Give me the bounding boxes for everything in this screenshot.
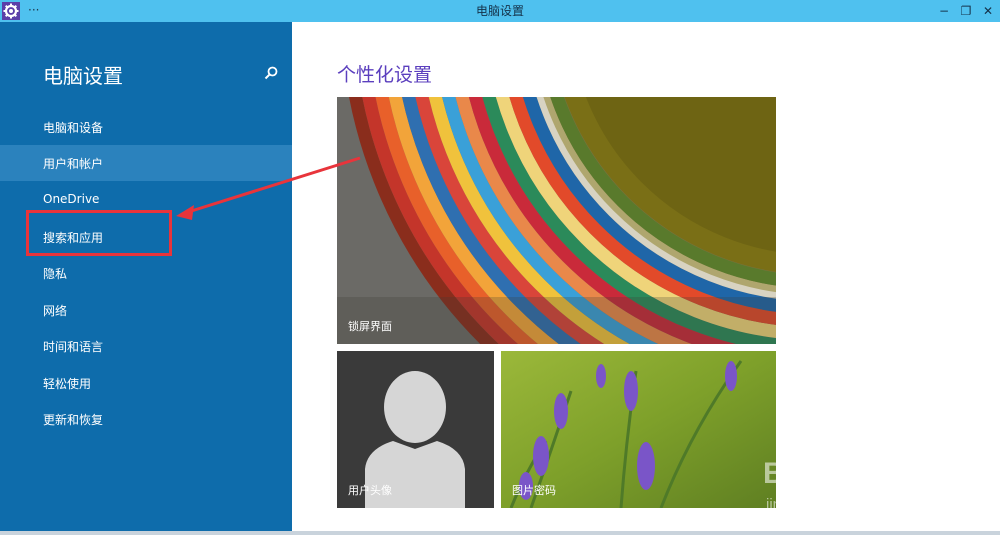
picture-password-label: 图片密码 (512, 484, 556, 497)
nav-item-update-and-recovery[interactable]: 更新和恢复 (0, 401, 292, 437)
lock-screen-tile[interactable]: 锁屏界面 (337, 97, 776, 344)
watermark-brand: Baidu经验 (763, 456, 906, 490)
nav-item-pc-and-devices[interactable]: 电脑和设备 (0, 109, 292, 145)
nav-item-label: 网络 (43, 304, 68, 318)
lock-screen-label: 锁屏界面 (348, 320, 392, 333)
window-title: 电脑设置 (475, 4, 524, 18)
baidu-paw-logo: Baidu经验 jingyan.baidu.com (763, 427, 906, 513)
nav-item-label: 时间和语言 (43, 340, 104, 354)
minimize-button[interactable]: − (936, 3, 952, 19)
baidu-watermark: Baidu经验 jingyan.baidu.com (758, 425, 948, 520)
nav-item-label: OneDrive (43, 192, 100, 206)
nav-item-accounts[interactable]: 用户和帐户 (0, 145, 292, 181)
restore-button[interactable]: ❐ (958, 3, 974, 19)
annotation-highlight-box (26, 210, 172, 256)
nav-item-label: 电脑和设备 (43, 121, 104, 135)
picture-password-tile[interactable]: 图片密码 (501, 351, 776, 508)
search-icon[interactable] (262, 64, 280, 82)
page-heading: 个性化设置 (337, 64, 433, 86)
title-bar: ··· 电脑设置 − ❐ ✕ (0, 0, 1000, 22)
nav-item-ease-of-access[interactable]: 轻松使用 (0, 365, 292, 401)
nav-item-time-and-language[interactable]: 时间和语言 (0, 328, 292, 364)
close-button[interactable]: ✕ (980, 3, 996, 19)
nav-item-label: 更新和恢复 (43, 413, 104, 427)
settings-sidebar: 电脑设置 电脑和设备 用户和帐户 OneDrive 搜索和应用 隐私 网络 时间… (0, 22, 292, 535)
avatar-label: 用户头像 (348, 484, 392, 497)
nav-item-label: 用户和帐户 (43, 157, 104, 171)
watermark-url: jingyan.baidu.com (765, 496, 887, 513)
sidebar-title: 电脑设置 (43, 64, 123, 88)
nav-item-privacy[interactable]: 隐私 (0, 255, 292, 291)
bottom-border (0, 531, 1000, 535)
nav-item-label: 轻松使用 (43, 377, 92, 391)
avatar-tile[interactable]: 用户头像 (337, 351, 494, 508)
nav-item-label: 隐私 (43, 267, 68, 281)
lock-screen-image (337, 97, 776, 344)
nav-item-network[interactable]: 网络 (0, 292, 292, 328)
